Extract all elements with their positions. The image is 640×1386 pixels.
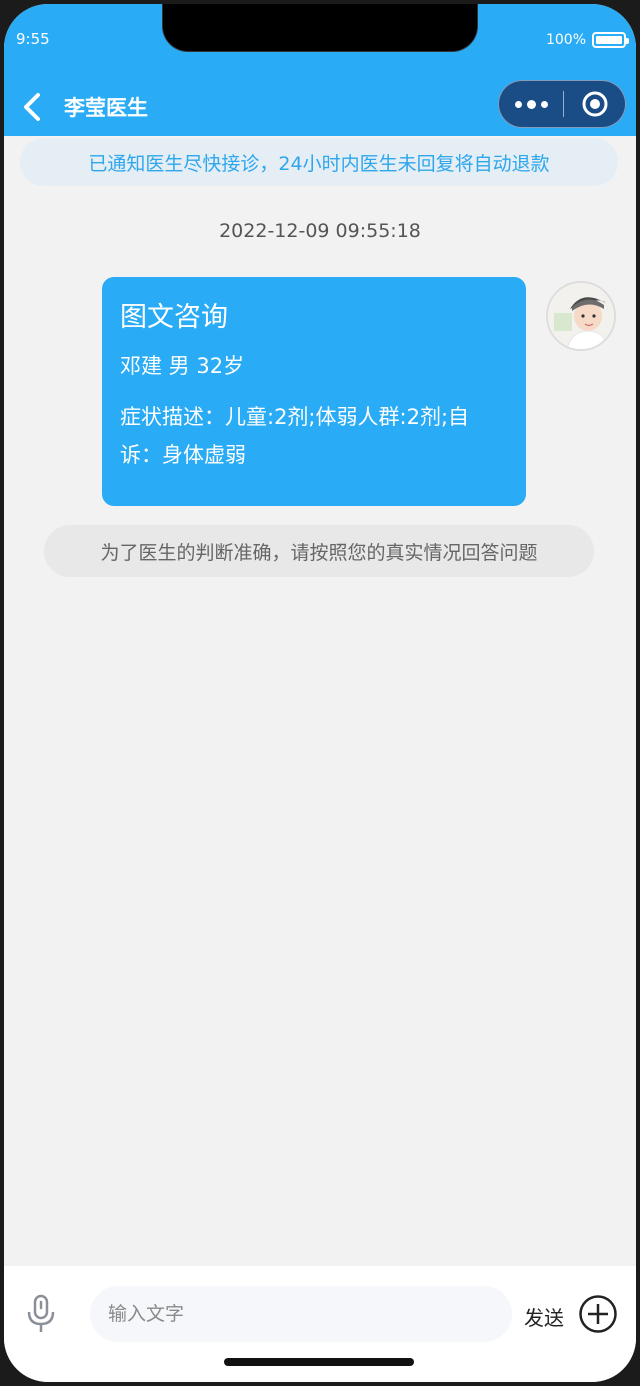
phone-screen: 9:55 100% 李莹医生 已通知医生尽快接诊，24小时内医生未回复将自动退款…: [4, 4, 636, 1382]
send-button[interactable]: 发送: [524, 1302, 564, 1331]
plus-circle-icon: [579, 1295, 617, 1333]
message-timestamp: 2022-12-09 09:55:18: [219, 220, 421, 242]
chevron-left-icon: [24, 93, 40, 121]
more-dots-icon: [540, 100, 548, 108]
child-avatar-icon: [548, 283, 614, 349]
status-indicators: 100%: [545, 32, 629, 48]
patient-info: 邓建 男 32岁: [120, 354, 245, 378]
voice-button[interactable]: [24, 1294, 58, 1334]
message-input[interactable]: [90, 1286, 512, 1342]
microphone-icon: [27, 1294, 55, 1332]
consultation-type: 图文咨询: [120, 302, 228, 333]
symptom-description: 症状描述：儿童:2剂;体弱人群:2剂;自诉：身体虚弱: [120, 405, 470, 467]
more-dots-icon: [526, 99, 536, 109]
more-dots-icon: [514, 100, 522, 108]
target-close-icon: [582, 91, 607, 117]
status-time: 9:55: [16, 30, 50, 48]
page-title: 李莹医生: [64, 96, 148, 120]
tip-message: 为了医生的判断准确，请按照您的真实情况回答问题: [44, 525, 594, 577]
battery-level: [596, 36, 622, 44]
avatar[interactable]: [546, 281, 616, 351]
more-button[interactable]: [499, 81, 563, 127]
notice-banner: 已通知医生尽快接诊，24小时内医生未回复将自动退款: [20, 138, 618, 186]
back-button[interactable]: [18, 90, 46, 124]
add-attachment-button[interactable]: [578, 1294, 618, 1334]
consultation-message-bubble[interactable]: 图文咨询 邓建 男 32岁 症状描述：儿童:2剂;体弱人群:2剂;自诉：身体虚弱: [102, 277, 526, 506]
top-bar: 9:55 100% 李莹医生: [4, 4, 636, 136]
battery-icon: [592, 32, 629, 48]
battery-percent: 100%: [545, 32, 586, 48]
close-miniprogram-button[interactable]: [564, 81, 625, 127]
mini-program-capsule: [498, 80, 626, 128]
home-indicator[interactable]: [224, 1358, 414, 1366]
notch: [162, 4, 478, 52]
